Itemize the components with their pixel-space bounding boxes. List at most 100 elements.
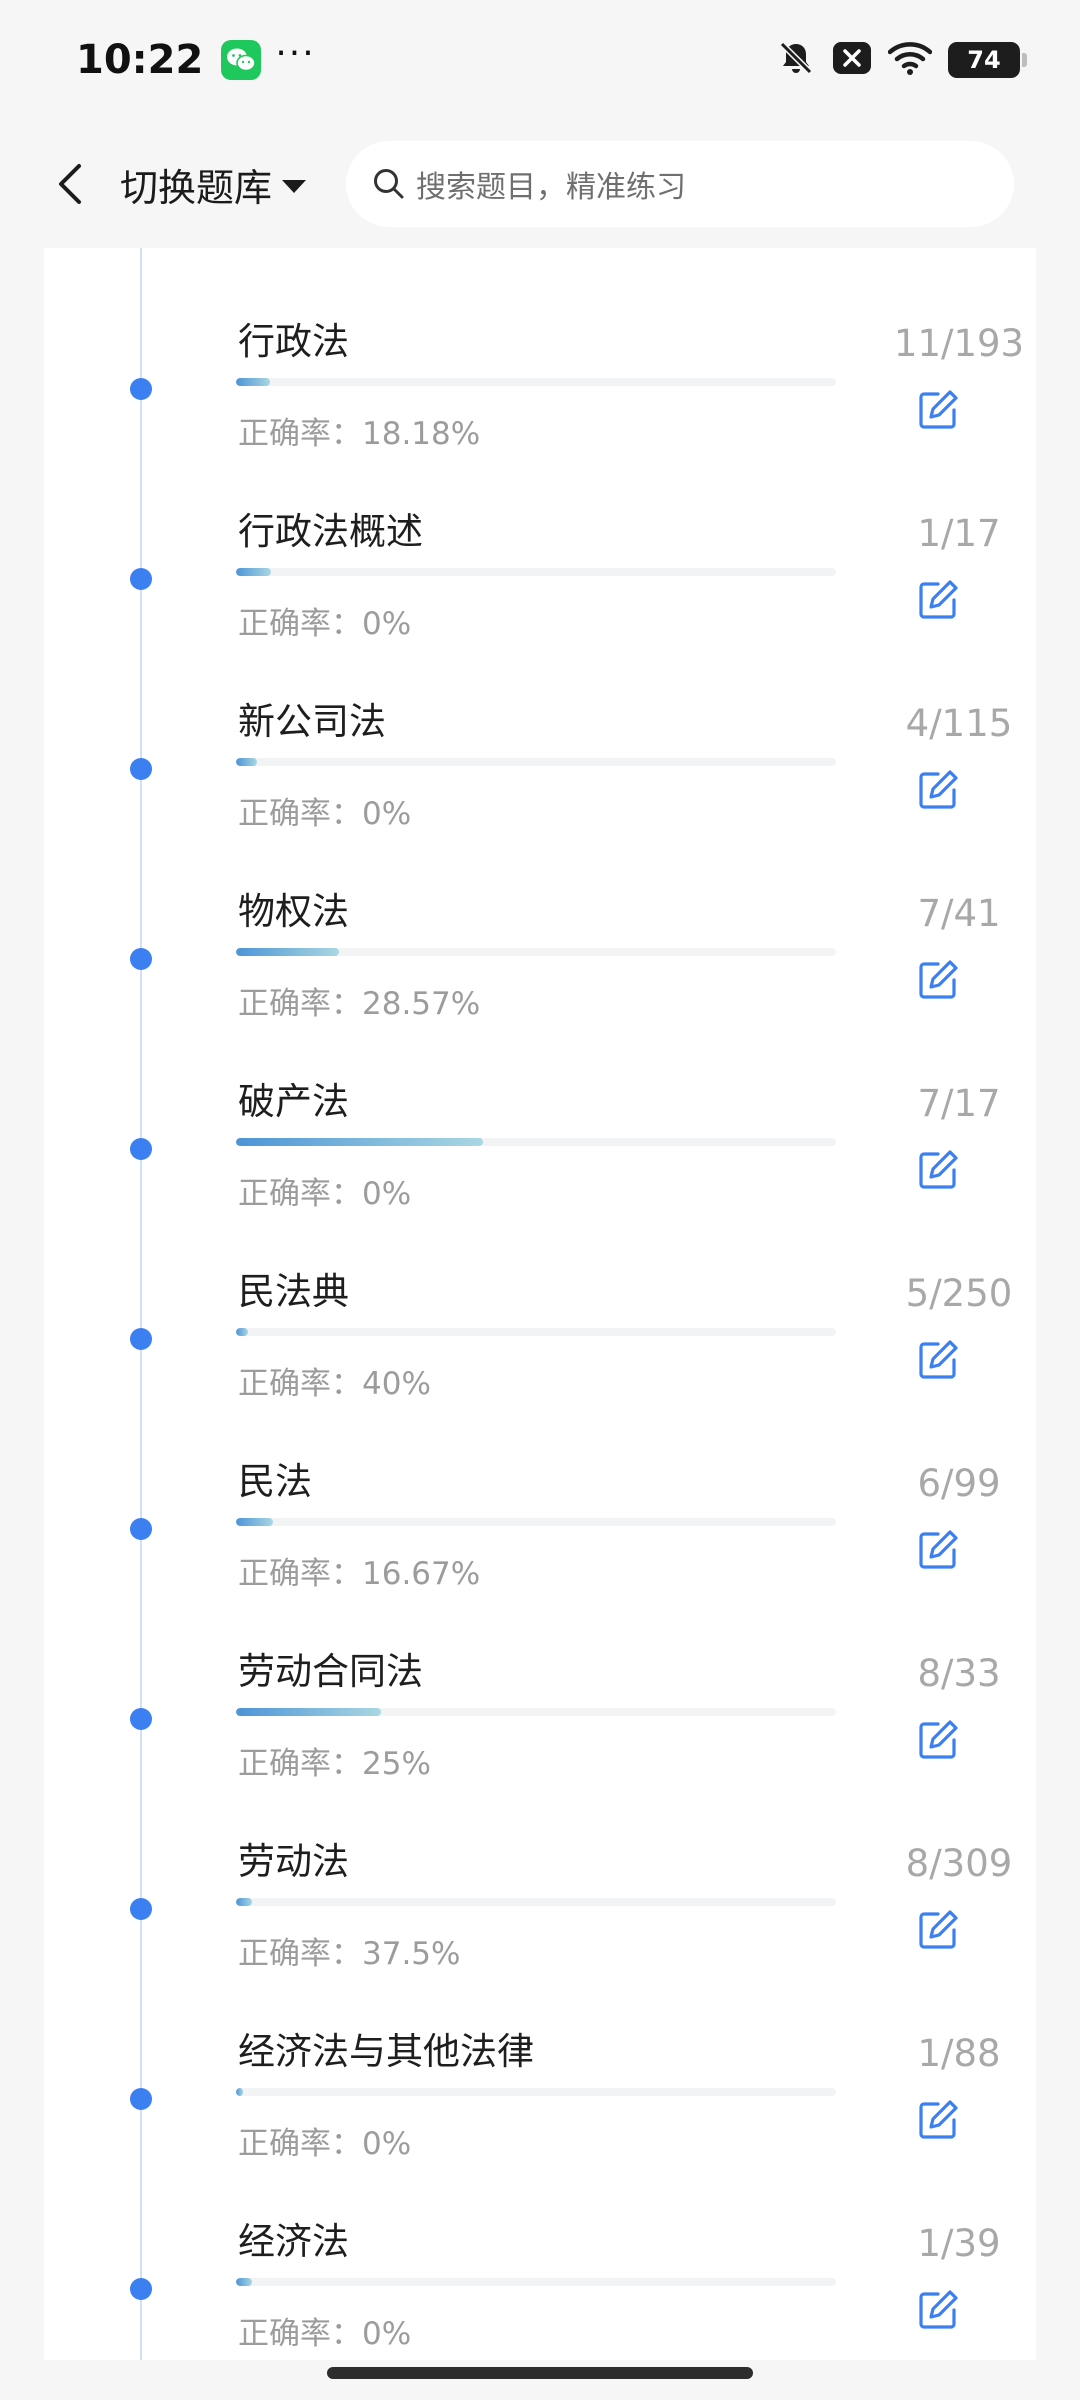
progress-fill (236, 378, 271, 386)
search-placeholder: 搜索题目，精准练习 (416, 170, 687, 205)
practice-edit-button[interactable] (914, 1336, 962, 1384)
more-notifications-icon: ··· (275, 33, 316, 74)
timeline-dot (130, 1708, 152, 1730)
timeline-dot (130, 1898, 152, 1920)
chevron-left-icon (59, 164, 81, 204)
caret-down-icon (282, 179, 307, 193)
back-button[interactable] (40, 154, 100, 214)
practice-edit-button[interactable] (914, 2096, 962, 2144)
practice-edit-button[interactable] (914, 2286, 962, 2334)
timeline-dot (130, 2088, 152, 2110)
edit-icon (919, 1720, 958, 1759)
chapter-list-card[interactable]: 行政法 正确率：18.18% 11/193 行政法概述 正确率：0% 1/17 … (44, 248, 1036, 2360)
edit-icon (919, 770, 958, 809)
close-box-icon (832, 41, 872, 79)
progress-fill (236, 758, 257, 766)
chapter-title: 行政法概述 (238, 510, 423, 553)
progress-track (236, 758, 836, 766)
edit-icon (919, 960, 958, 999)
timeline-dot (130, 948, 152, 970)
wechat-icon (221, 40, 262, 80)
progress-fill (236, 1898, 252, 1906)
progress-track (236, 2088, 836, 2096)
timeline-dot (130, 1138, 152, 1160)
chapter-title: 民法 (238, 1460, 312, 1503)
search-icon (374, 169, 404, 199)
progress-track (236, 1138, 836, 1146)
progress-fill (236, 568, 272, 576)
edit-icon (919, 390, 958, 429)
progress-fill (236, 1328, 248, 1336)
progress-fill (236, 1138, 484, 1146)
battery-icon: 74 (948, 42, 1027, 78)
edit-icon (919, 1150, 958, 1189)
chapter-title: 新公司法 (238, 700, 386, 743)
switch-question-bank-button[interactable]: 切换题库 (120, 157, 307, 212)
chapter-row[interactable]: 行政法概述 正确率：0% 1/17 (44, 438, 1036, 642)
edit-icon (919, 2290, 958, 2329)
wifi-icon (887, 40, 933, 80)
chapter-row[interactable]: 劳动法 正确率：37.5% 8/309 (44, 1768, 1036, 1972)
progress-count: 7/17 (917, 1082, 1001, 1125)
chapter-row[interactable]: 民法典 正确率：40% 5/250 (44, 1198, 1036, 1402)
progress-track (236, 1328, 836, 1336)
accuracy-text: 正确率：0% (238, 2316, 412, 2352)
practice-edit-button[interactable] (914, 386, 962, 434)
progress-fill (236, 1708, 382, 1716)
progress-track (236, 1518, 836, 1526)
practice-edit-button[interactable] (914, 956, 962, 1004)
status-bar: 10:22 ··· 74 (0, 0, 1080, 120)
progress-fill (236, 2088, 243, 2096)
edit-icon (919, 1530, 958, 1569)
progress-track (236, 378, 836, 386)
chapter-row[interactable]: 物权法 正确率：28.57% 7/41 (44, 818, 1036, 1022)
progress-track (236, 1898, 836, 1906)
status-time: 10:22 (76, 37, 204, 83)
chapter-title: 民法典 (238, 1270, 349, 1313)
progress-count: 1/88 (917, 2032, 1001, 2075)
chapter-row[interactable]: 经济法与其他法律 正确率：0% 1/88 (44, 1958, 1036, 2162)
status-icons: 74 (776, 38, 1027, 82)
progress-track (236, 568, 836, 576)
progress-count: 5/250 (905, 1272, 1013, 1315)
chapter-title: 经济法 (238, 2220, 349, 2263)
progress-track (236, 2278, 836, 2286)
chapter-row[interactable]: 经济法 正确率：0% 1/39 (44, 2148, 1036, 2352)
progress-fill (236, 1518, 273, 1526)
timeline-dot (130, 378, 152, 400)
progress-count: 4/115 (905, 702, 1013, 745)
timeline-dot (130, 758, 152, 780)
practice-edit-button[interactable] (914, 766, 962, 814)
bell-off-icon (776, 38, 816, 82)
chapter-row[interactable]: 新公司法 正确率：0% 4/115 (44, 628, 1036, 832)
chapter-title: 破产法 (238, 1080, 349, 1123)
chapter-row[interactable]: 民法 正确率：16.67% 6/99 (44, 1388, 1036, 1592)
timeline-dot (130, 1518, 152, 1540)
practice-edit-button[interactable] (914, 1526, 962, 1574)
timeline-dot (130, 2278, 152, 2300)
progress-count: 11/193 (893, 322, 1025, 365)
practice-edit-button[interactable] (914, 1716, 962, 1764)
progress-count: 6/99 (917, 1462, 1001, 1505)
progress-count: 8/309 (905, 1842, 1013, 1885)
practice-edit-button[interactable] (914, 1146, 962, 1194)
chapter-row[interactable]: 破产法 正确率：0% 7/17 (44, 1008, 1036, 1212)
home-indicator[interactable] (327, 2367, 753, 2379)
search-input[interactable]: 搜索题目，精准练习 (346, 141, 1015, 227)
practice-edit-button[interactable] (914, 576, 962, 624)
chapter-title: 物权法 (238, 890, 349, 933)
progress-count: 1/39 (917, 2222, 1001, 2265)
progress-fill (236, 2278, 252, 2286)
timeline-dot (130, 1328, 152, 1350)
chapter-title: 行政法 (238, 320, 349, 363)
timeline-dot (130, 568, 152, 590)
edit-icon (919, 1910, 958, 1949)
practice-edit-button[interactable] (914, 1906, 962, 1954)
progress-fill (236, 948, 339, 956)
chapter-row[interactable]: 行政法 正确率：18.18% 11/193 (44, 248, 1036, 452)
chapter-title: 经济法与其他法律 (238, 2030, 534, 2073)
chapter-row[interactable]: 劳动合同法 正确率：25% 8/33 (44, 1578, 1036, 1782)
chapter-title: 劳动法 (238, 1840, 349, 1883)
progress-count: 1/17 (917, 512, 1001, 555)
progress-track (236, 1708, 836, 1716)
